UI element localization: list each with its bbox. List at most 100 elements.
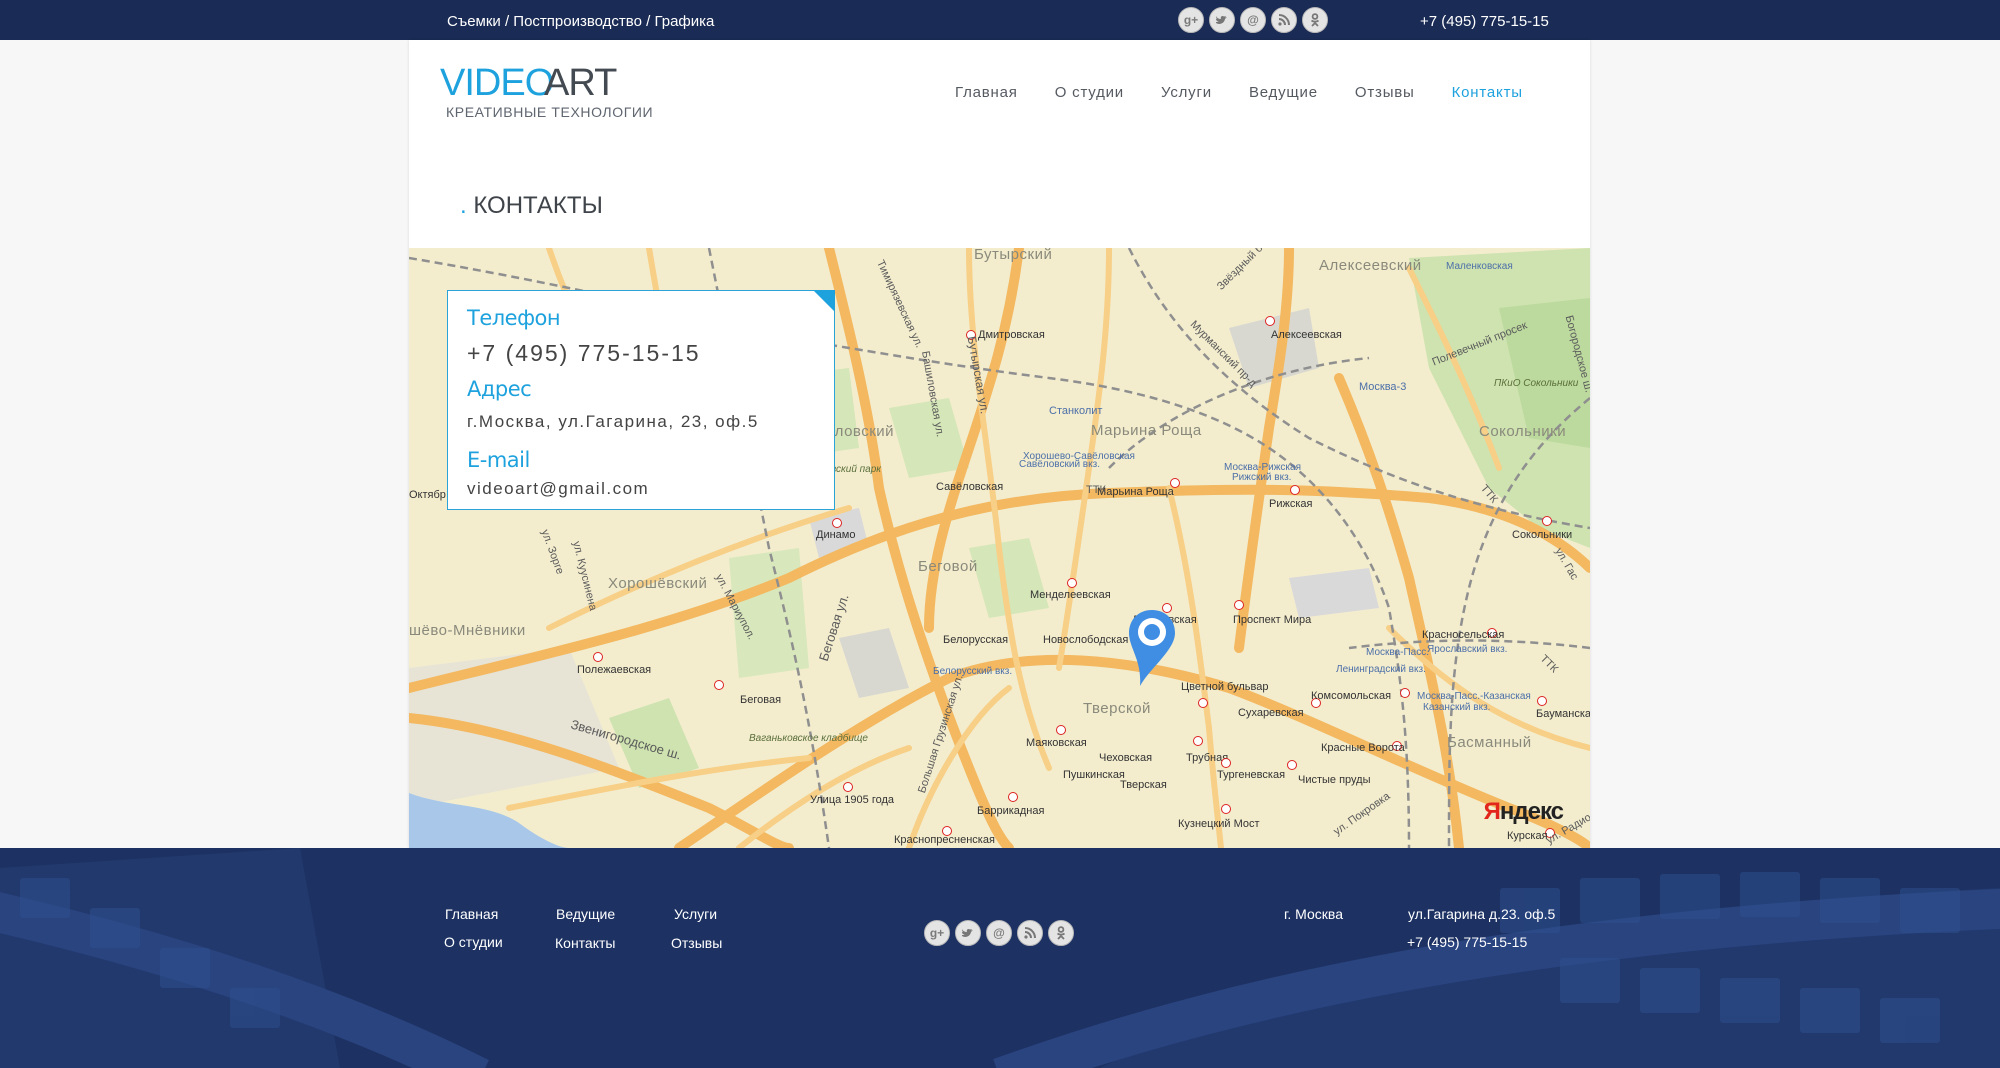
footer-link-hosts[interactable]: Ведущие — [556, 906, 615, 922]
address-heading: Адрес — [467, 377, 532, 401]
map-station-label: Октябр — [409, 489, 446, 501]
map-station-label: Алексеевская — [1271, 329, 1342, 341]
footer-link-contacts[interactable]: Контакты — [555, 935, 615, 951]
page-title: . КОНТАКТЫ — [460, 192, 603, 220]
map-station-label: Белорусская — [943, 634, 1009, 646]
map-station-label: Тургеневская — [1217, 769, 1286, 781]
nav-item-reviews[interactable]: Отзывы — [1355, 84, 1415, 101]
map-station-label: Улица 1905 года — [810, 794, 894, 806]
footer-link-home[interactable]: Главная — [445, 906, 498, 922]
tagline: Съемки / Постпроизводство / Графика — [447, 13, 715, 30]
map-place-label: Хорошево-Савёловская — [1023, 451, 1135, 462]
mail-icon[interactable]: @ — [986, 920, 1012, 946]
twitter-icon[interactable] — [1209, 7, 1235, 33]
nav-item-home[interactable]: Главная — [955, 84, 1018, 101]
metro-icon — [593, 652, 603, 662]
address-value: г.Москва, ул.Гагарина, 23, оф.5 — [467, 412, 759, 431]
map-station-label: Баррикадная — [977, 805, 1045, 817]
map-station-label: Чистые пруды — [1298, 774, 1371, 786]
nav-item-contacts[interactable]: Контакты — [1452, 84, 1523, 101]
map-place-label: Маленковская — [1446, 261, 1513, 272]
location-pin-icon[interactable] — [1126, 608, 1178, 688]
top-phone[interactable]: +7 (495) 775-15-15 — [1420, 13, 1549, 30]
metro-icon — [1290, 485, 1300, 495]
map-station-label: Красные Ворота — [1321, 742, 1405, 754]
map-station-label: Цветной бульвар — [1181, 681, 1269, 693]
metro-icon — [1221, 758, 1231, 768]
map-place-label: ПКиО Сокольники — [1494, 378, 1579, 389]
map-district-label: Беговой — [918, 558, 978, 575]
logo-word-video: VIDEO — [440, 62, 554, 104]
map-district-label: шёво-Мнёвники — [409, 622, 526, 639]
map-station-label: Дмитровская — [978, 329, 1045, 341]
nav-item-about[interactable]: О студии — [1055, 84, 1124, 101]
map-station-label: Проспект Мира — [1233, 614, 1312, 626]
footer-phone[interactable]: +7 (495) 775-15-15 — [1407, 934, 1527, 950]
map-station-label: Рижская — [1269, 498, 1313, 510]
metro-icon — [1008, 792, 1018, 802]
map-place-label: Москва-Пасс.-Казанская — [1417, 691, 1531, 702]
metro-icon — [1234, 600, 1244, 610]
map-station-label: Марьина Роща — [1097, 486, 1174, 498]
map-place-label: Ярославский вкз. — [1427, 644, 1508, 655]
email-heading: E-mail — [467, 448, 530, 472]
rss-icon[interactable] — [1271, 7, 1297, 33]
yandex-logo[interactable]: Яндекс — [1484, 798, 1564, 826]
map-place-label: Москва-Пасс. — [1366, 647, 1429, 658]
nav-item-hosts[interactable]: Ведущие — [1249, 84, 1318, 101]
metro-icon — [1265, 316, 1275, 326]
metro-icon — [1067, 578, 1077, 588]
top-bar: Съемки / Постпроизводство / Графика g+ @… — [0, 0, 2000, 40]
map-station-label: Маяковская — [1026, 737, 1087, 749]
odnoklassniki-icon[interactable] — [1302, 7, 1328, 33]
map-station-label: Комсомольская — [1311, 690, 1392, 702]
map-station-label: Новослободская — [1043, 634, 1129, 646]
map-station-label: Москва-3 — [1359, 381, 1407, 393]
map-district-label: Марьина Роща — [1091, 422, 1202, 439]
metro-icon — [1221, 804, 1231, 814]
map-station-label: Чеховская — [1099, 752, 1153, 764]
map-district-label: Алексеевский — [1319, 257, 1422, 274]
footer-link-about[interactable]: О студии — [444, 934, 503, 950]
map-station-label: Сухаревская — [1238, 707, 1304, 719]
google-plus-icon[interactable]: g+ — [924, 920, 950, 946]
contact-card: Телефон +7 (495) 775-15-15 Адрес г.Москв… — [447, 290, 835, 510]
map-station-label: Беговая — [740, 694, 782, 706]
metro-icon — [1287, 760, 1297, 770]
card-corner — [813, 290, 835, 312]
title-dot: . — [460, 192, 467, 219]
map-station-label: Кузнецкий Мост — [1178, 818, 1260, 830]
map-district-label: Бутырский — [974, 248, 1053, 263]
map-place-label: Белорусский вкз. — [933, 666, 1013, 677]
phone-value[interactable]: +7 (495) 775-15-15 — [467, 340, 701, 367]
metro-icon — [1537, 696, 1547, 706]
google-plus-icon[interactable]: g+ — [1178, 7, 1204, 33]
email-value[interactable]: videoart@gmail.com — [467, 479, 649, 499]
twitter-icon[interactable] — [955, 920, 981, 946]
phone-heading: Телефон — [467, 306, 561, 330]
social-links-footer: g+ @ — [924, 920, 1074, 946]
footer-link-services[interactable]: Услуги — [674, 906, 717, 922]
main-nav: Главная О студии Услуги Ведущие Отзывы К… — [955, 84, 1560, 101]
map-district-label: Басманный — [1447, 734, 1532, 751]
metro-icon — [1056, 725, 1066, 735]
logo-word-art: ART — [544, 62, 617, 104]
metro-icon — [832, 518, 842, 528]
film-strip-background — [0, 848, 2000, 1068]
map-station-label: Станколит — [1049, 405, 1103, 417]
map-station-label: Полежаевская — [577, 664, 652, 676]
metro-icon — [843, 782, 853, 792]
map-place-label: Москва-Рижская — [1224, 462, 1301, 473]
metro-icon — [1193, 736, 1203, 746]
map-station-label: Краснопресненская — [894, 834, 995, 846]
metro-icon — [1400, 688, 1410, 698]
footer-link-reviews[interactable]: Отзывы — [671, 935, 722, 951]
mail-icon[interactable]: @ — [1240, 7, 1266, 33]
rss-icon[interactable] — [1017, 920, 1043, 946]
map-station-label: Сокольники — [1512, 529, 1573, 541]
odnoklassniki-icon[interactable] — [1048, 920, 1074, 946]
map-district-label: Хорошёвский — [608, 575, 708, 592]
map-station-label: Динамо — [816, 529, 856, 541]
map-station-label: Менделеевская — [1030, 589, 1111, 601]
nav-item-services[interactable]: Услуги — [1161, 84, 1212, 101]
